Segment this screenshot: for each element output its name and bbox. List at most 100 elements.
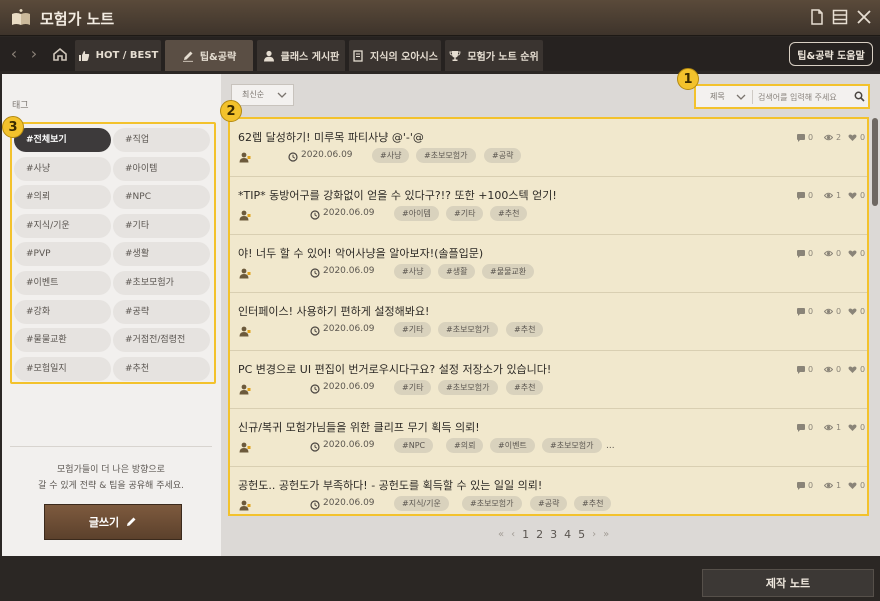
post-tag[interactable]: #초보모험가 [542, 438, 602, 453]
search-separator [752, 90, 753, 104]
post-tag[interactable]: #공략 [484, 148, 522, 163]
tag-chip[interactable]: #지식/기운 [14, 213, 111, 238]
post-row[interactable]: 인터페이스! 사용하기 편하게 설정해봐요! 2020.06.09 #기타 #초보모험… [230, 293, 867, 351]
post-tag[interactable]: #초보모험가 [416, 148, 476, 163]
make-note-button[interactable]: 제작 노트 [702, 569, 874, 597]
post-likes-stat: 0 [848, 481, 865, 490]
tag-chip[interactable]: #직업 [113, 128, 210, 152]
last-page-button[interactable]: » [603, 529, 609, 540]
chevron-down-icon[interactable] [736, 93, 746, 101]
post-tag[interactable]: #생활 [438, 264, 476, 279]
tab-knowledge-oasis[interactable]: 지식의 오아시스 [349, 40, 441, 71]
search-category-select[interactable]: 제목 [710, 91, 725, 102]
tag-chip[interactable]: #모험일지 [14, 356, 111, 381]
scrollbar[interactable] [872, 118, 878, 206]
page-link[interactable]: 5 [578, 528, 585, 541]
tag-chip[interactable]: #기타 [113, 213, 210, 238]
post-tag[interactable]: #추천 [490, 206, 528, 221]
post-row[interactable]: PC 변경으로 UI 편집이 번거로우시다구요? 설정 저장소가 있습니다! 20… [230, 351, 867, 409]
post-views-count: 0 [836, 249, 842, 258]
post-title[interactable]: 인터페이스! 사용하기 편하게 설정해봐요! [238, 303, 429, 319]
post-tag[interactable]: #공략 [530, 496, 568, 511]
post-tag[interactable]: #추천 [506, 380, 544, 395]
post-tag[interactable]: #아이템 [394, 206, 439, 221]
post-row[interactable]: 공헌도.. 공헌도가 부족하다! - 공헌도를 획득할 수 있는 일일 의뢰! 2… [230, 467, 867, 514]
tag-chip[interactable]: #물물교환 [14, 328, 111, 353]
tab-note-ranking[interactable]: 모험가 노트 순위 [445, 40, 543, 71]
post-tag[interactable]: #기타 [446, 206, 484, 221]
back-arrow-icon[interactable]: ‹ [6, 45, 22, 63]
post-title[interactable]: PC 변경으로 UI 편집이 번거로우시다구요? 설정 저장소가 있습니다! [238, 361, 551, 377]
tag-chip[interactable]: #의뢰 [14, 185, 111, 210]
tag-chip[interactable]: #사냥 [14, 156, 111, 181]
tag-chip[interactable]: #생활 [113, 242, 210, 267]
post-tag[interactable]: #기타 [394, 322, 432, 337]
book-logo-icon [12, 9, 30, 25]
tag-chip[interactable]: #초보모험가 [113, 271, 210, 295]
post-tag[interactable]: #지식/기운 [394, 496, 449, 511]
first-page-button[interactable]: « [498, 529, 504, 540]
tag-chip[interactable]: #강화 [14, 299, 111, 324]
tab-class-board[interactable]: 클래스 게시판 [257, 40, 345, 71]
next-page-button[interactable]: › [592, 529, 596, 540]
post-tag[interactable]: #초보모험가 [462, 496, 522, 511]
post-tag[interactable]: #기타 [394, 380, 432, 395]
heart-icon [848, 424, 857, 431]
tag-chip[interactable]: #NPC [113, 185, 210, 210]
author-icon [239, 210, 251, 221]
post-views-count: 1 [836, 191, 842, 200]
author-icon [239, 326, 251, 337]
clock-icon [310, 210, 320, 220]
window-icon[interactable] [831, 8, 849, 26]
sort-select[interactable]: 최신순 [231, 84, 294, 106]
tag-chip[interactable]: #거점전/점령전 [113, 328, 210, 353]
post-comments-stat: 0 [796, 423, 813, 432]
prev-page-button[interactable]: ‹ [511, 529, 515, 540]
post-row[interactable]: *TIP* 동방어구를 강화없이 얻을 수 있다구?!? 또한 +100스텍 얻… [230, 177, 867, 235]
page-link[interactable]: 2 [536, 528, 543, 541]
post-title[interactable]: 62렙 달성하기! 미루목 파티사냥 @'-'@ [238, 129, 424, 145]
post-row[interactable]: 야! 너두 할 수 있어! 악어사냥을 알아보자!(솔플입문) 2020.06.0… [230, 235, 867, 293]
tag-chip[interactable]: #이벤트 [14, 271, 111, 295]
post-tag[interactable]: #추천 [574, 496, 612, 511]
tab-hot-best[interactable]: HOT / BEST [75, 40, 161, 71]
page-link[interactable]: 4 [564, 528, 571, 541]
callout-badge: 1 [677, 68, 699, 90]
search-icon[interactable] [854, 91, 865, 102]
write-button[interactable]: 글쓰기 [44, 504, 182, 540]
page-link[interactable]: 3 [550, 528, 557, 541]
page-link[interactable]: 1 [522, 528, 529, 541]
tag-chip[interactable]: #PVP [14, 242, 111, 267]
home-icon[interactable] [48, 42, 72, 66]
post-tag[interactable]: #사냥 [394, 264, 432, 279]
forward-arrow-icon[interactable]: › [26, 45, 42, 63]
more-tags-indicator: ... [606, 441, 615, 451]
help-button[interactable]: 팁&공략 도움말 [789, 42, 873, 66]
post-title[interactable]: 공헌도.. 공헌도가 부족하다! - 공헌도를 획득할 수 있는 일일 의뢰! [238, 477, 542, 493]
post-tag[interactable]: #이벤트 [490, 438, 535, 453]
post-tag[interactable]: #NPC [394, 438, 434, 453]
post-title[interactable]: 신규/복귀 모험가님들을 위한 클리프 무기 획득 의뢰! [238, 419, 480, 435]
tag-chip[interactable]: #공략 [113, 299, 210, 324]
post-tag[interactable]: #의뢰 [446, 438, 484, 453]
post-row[interactable]: 신규/복귀 모험가님들을 위한 클리프 무기 획득 의뢰! 2020.06.09 #… [230, 409, 867, 467]
post-tag[interactable]: #물물교환 [482, 264, 535, 279]
tag-chip[interactable]: #아이템 [113, 156, 210, 181]
tab-tips-strategy[interactable]: 팁&공략 [165, 40, 253, 71]
document-icon[interactable] [808, 8, 826, 26]
post-tag[interactable]: #초보모험가 [438, 322, 498, 337]
post-tag[interactable]: #사냥 [372, 148, 410, 163]
post-row[interactable]: 62렙 달성하기! 미루목 파티사냥 @'-'@ 2020.06.09 #사냥 #초보… [230, 119, 867, 177]
tag-chip[interactable]: #전체보기 [14, 128, 111, 152]
post-tag[interactable]: #추천 [506, 322, 544, 337]
tag-chip[interactable]: #추천 [113, 356, 210, 381]
search-input[interactable] [758, 89, 850, 105]
post-views-stat: 0 [824, 249, 841, 258]
close-icon[interactable] [855, 8, 873, 26]
post-title[interactable]: 야! 너두 할 수 있어! 악어사냥을 알아보자!(솔플입문) [238, 245, 483, 261]
tab-label: 팁&공략 [199, 52, 237, 63]
post-title[interactable]: *TIP* 동방어구를 강화없이 얻을 수 있다구?!? 또한 +100스텍 얻… [238, 187, 557, 203]
post-tag[interactable]: #초보모험가 [438, 380, 498, 395]
eye-icon [824, 192, 833, 199]
pen-icon [182, 51, 193, 62]
